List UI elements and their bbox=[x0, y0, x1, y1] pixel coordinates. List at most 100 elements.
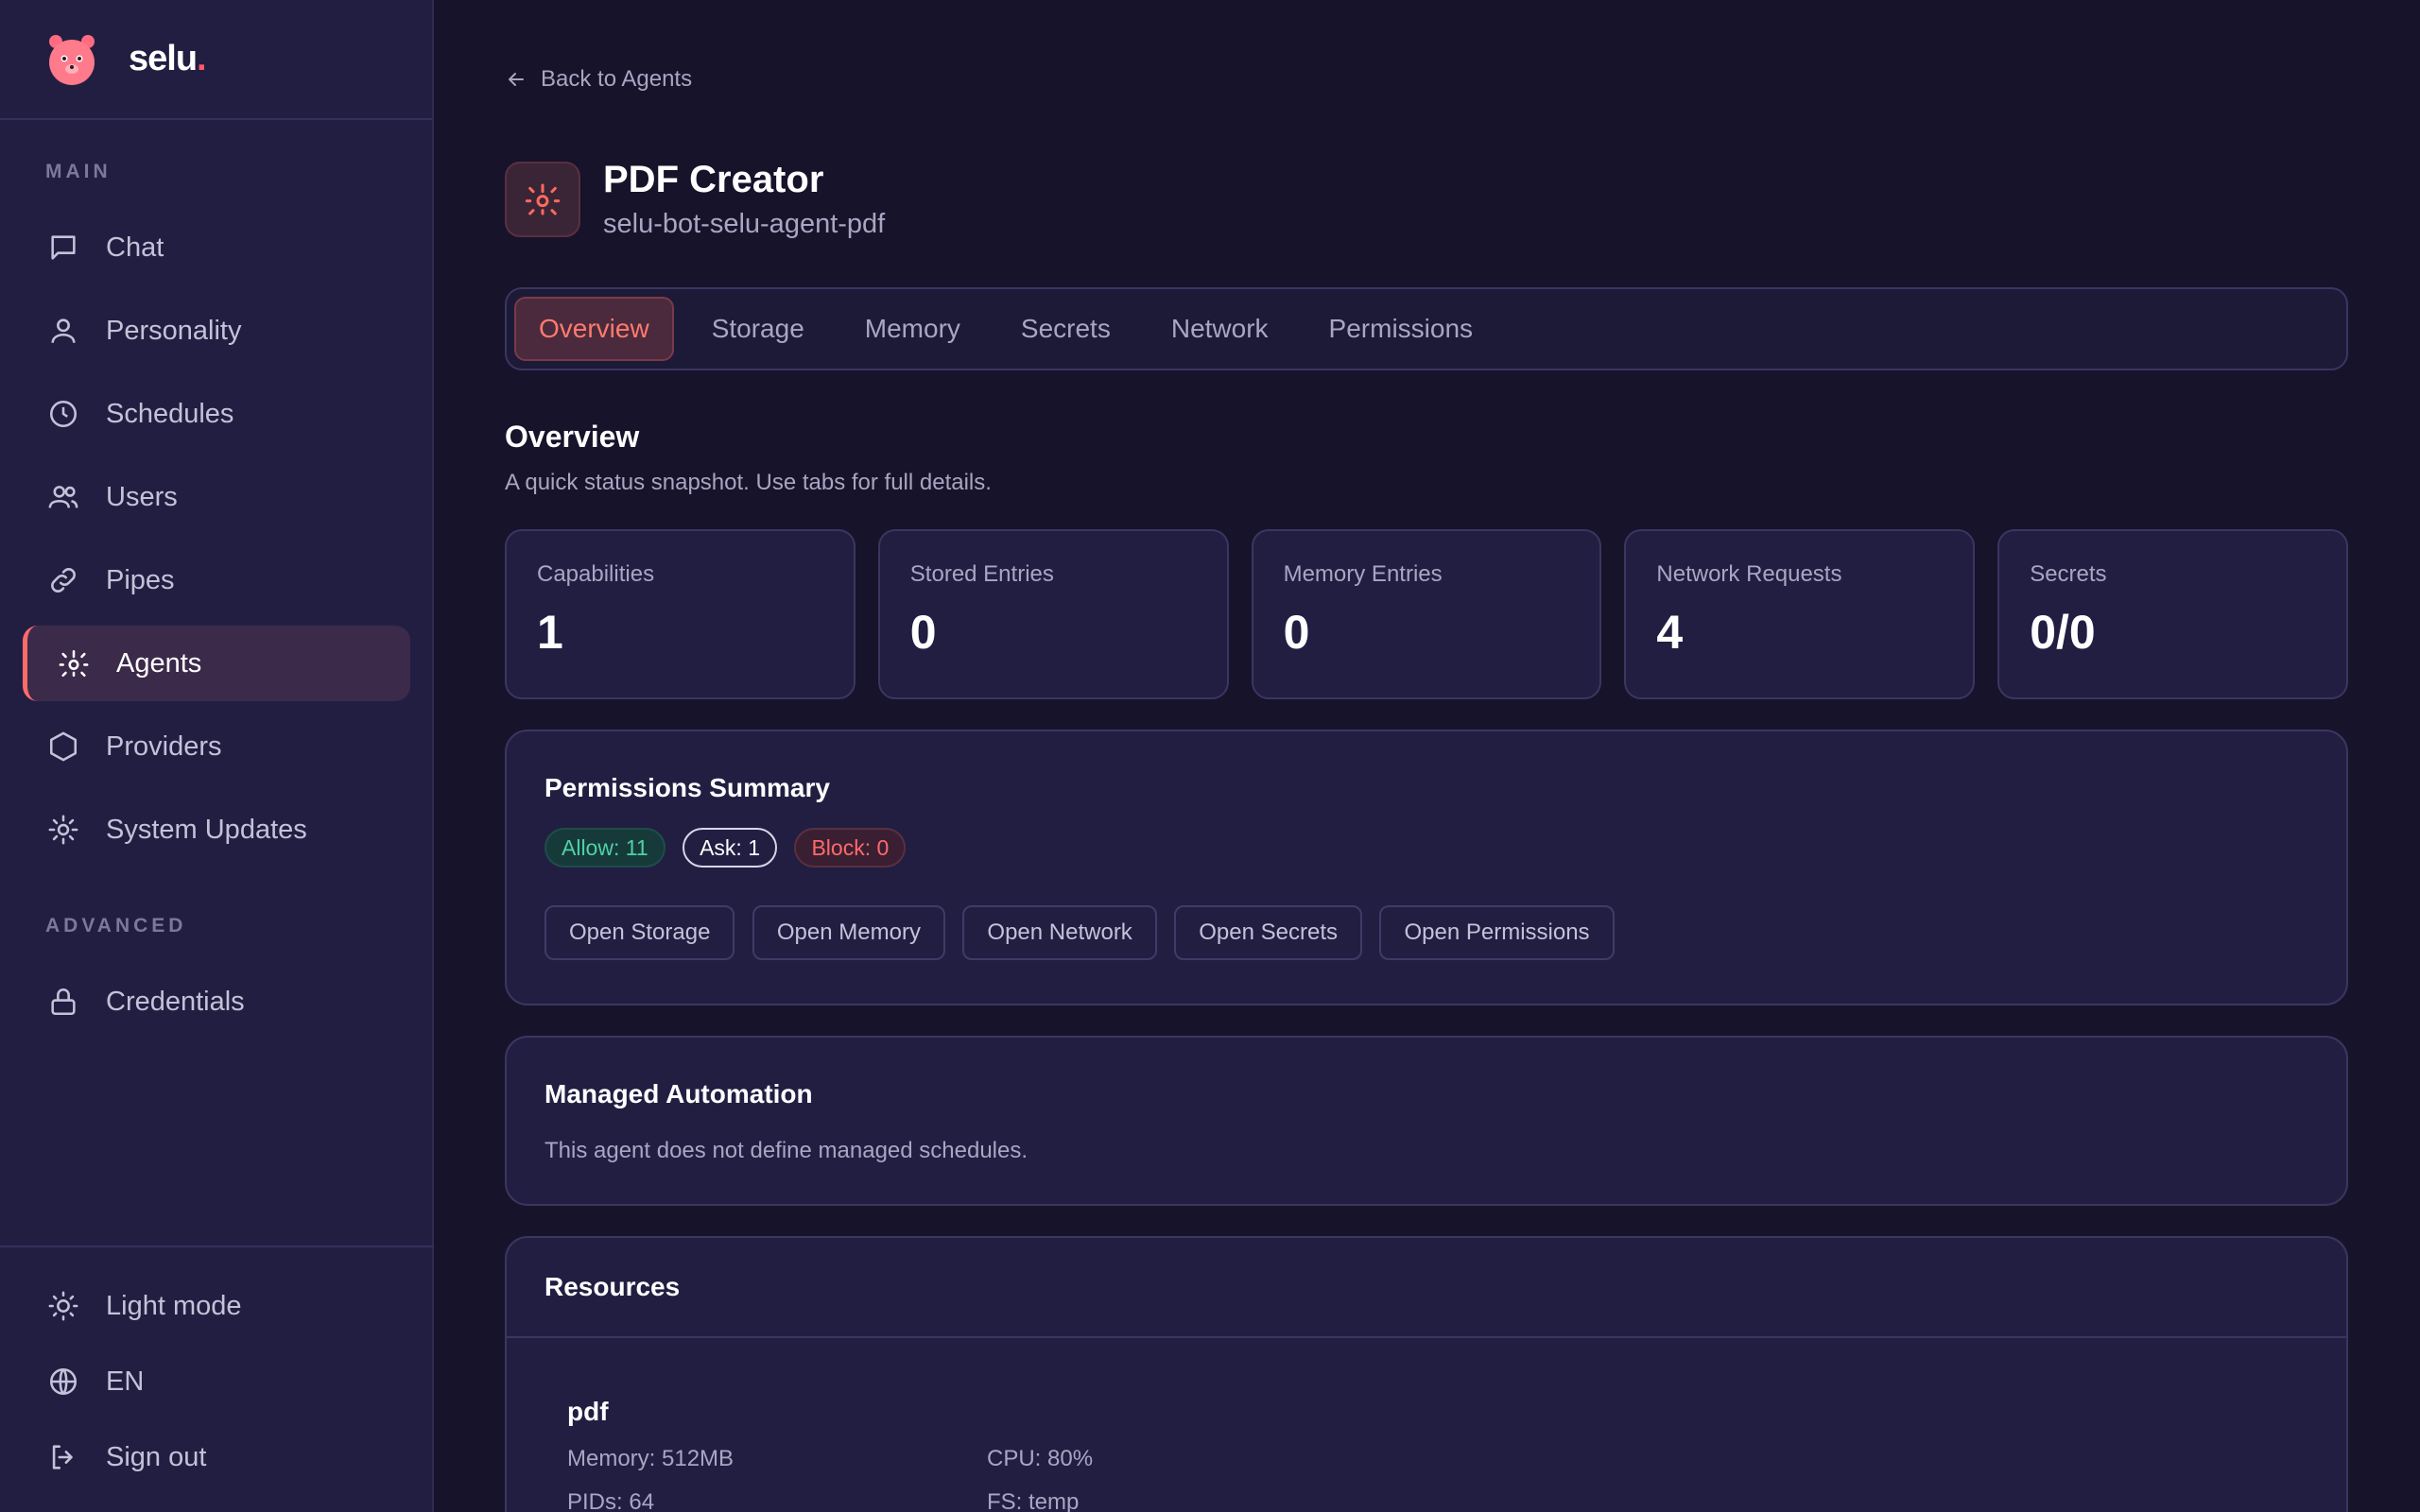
permissions-summary-card: Permissions Summary Allow: 11 Ask: 1 Blo… bbox=[505, 730, 2348, 1005]
resource-fs: FS: temp bbox=[987, 1489, 1080, 1512]
tab-bar: Overview Storage Memory Secrets Network … bbox=[505, 287, 2348, 370]
tab-network[interactable]: Network bbox=[1149, 297, 1291, 361]
resource-row: Memory: 512MB CPU: 80% bbox=[567, 1446, 2286, 1472]
resources-card: Resources pdf Memory: 512MB CPU: 80% PID… bbox=[505, 1236, 2348, 1512]
stat-value: 1 bbox=[537, 606, 563, 659]
clock-icon bbox=[45, 396, 81, 432]
sidebar-item-label: Users bbox=[106, 481, 178, 512]
managed-automation-title: Managed Automation bbox=[544, 1079, 813, 1108]
stat-card-secrets: Secrets 0/0 bbox=[1997, 529, 2348, 699]
open-memory-button[interactable]: Open Memory bbox=[752, 905, 945, 960]
ask-badge: Ask: 1 bbox=[683, 828, 777, 868]
open-storage-button[interactable]: Open Storage bbox=[544, 905, 735, 960]
resource-item: pdf Memory: 512MB CPU: 80% PIDs: 64 FS: … bbox=[507, 1338, 2346, 1512]
allow-badge: Allow: 11 bbox=[544, 828, 666, 868]
managed-automation-text: This agent does not define managed sched… bbox=[544, 1138, 1028, 1163]
permissions-summary-title: Permissions Summary bbox=[544, 773, 830, 802]
overview-subtitle: A quick status snapshot. Use tabs for fu… bbox=[505, 470, 992, 495]
quick-links: Open Storage Open Memory Open Network Op… bbox=[544, 905, 2308, 960]
sun-icon bbox=[45, 1288, 81, 1324]
sidebar-item-label: Pipes bbox=[106, 564, 175, 595]
chat-icon bbox=[45, 230, 81, 266]
agent-icon bbox=[56, 645, 92, 681]
sidebar: selu. MAIN Chat Personality Schedules Us… bbox=[0, 0, 434, 1512]
link-icon bbox=[45, 562, 81, 598]
agent-id: selu-bot-selu-agent-pdf bbox=[603, 209, 886, 239]
sidebar-item-label: Agents bbox=[116, 647, 202, 679]
agent-icon bbox=[505, 162, 580, 237]
block-badge: Block: 0 bbox=[794, 828, 907, 868]
stat-value: 4 bbox=[1656, 606, 1684, 659]
users-icon bbox=[45, 479, 81, 515]
resource-row: PIDs: 64 FS: temp bbox=[567, 1489, 2286, 1512]
managed-automation-card: Managed Automation This agent does not d… bbox=[505, 1036, 2348, 1206]
stat-card-memory-entries: Memory Entries 0 bbox=[1251, 529, 1602, 699]
agent-header: PDF Creator selu-bot-selu-agent-pdf bbox=[505, 159, 885, 240]
sidebar-item-personality[interactable]: Personality bbox=[23, 293, 410, 369]
open-network-button[interactable]: Open Network bbox=[962, 905, 1157, 960]
back-to-agents-link[interactable]: Back to Agents bbox=[505, 66, 692, 93]
person-icon bbox=[45, 313, 81, 349]
language-label: EN bbox=[106, 1366, 145, 1397]
sidebar-item-label: Personality bbox=[106, 315, 242, 346]
theme-toggle-label: Light mode bbox=[106, 1290, 242, 1321]
permission-badges: Allow: 11 Ask: 1 Block: 0 bbox=[544, 828, 2308, 868]
stat-label: Stored Entries bbox=[909, 561, 1054, 587]
stat-value: 0/0 bbox=[2030, 606, 2096, 659]
brand[interactable]: selu. bbox=[0, 0, 432, 120]
sidebar-item-label: Chat bbox=[106, 232, 164, 263]
resource-pids: PIDs: 64 bbox=[567, 1489, 655, 1512]
stat-label: Capabilities bbox=[537, 561, 655, 587]
stat-card-capabilities: Capabilities 1 bbox=[505, 529, 856, 699]
stat-label: Secrets bbox=[2030, 561, 2107, 587]
sign-out-label: Sign out bbox=[106, 1441, 207, 1472]
tab-secrets[interactable]: Secrets bbox=[998, 297, 1133, 361]
tab-permissions[interactable]: Permissions bbox=[1306, 297, 1495, 361]
sidebar-item-pipes[interactable]: Pipes bbox=[23, 542, 410, 618]
sidebar-item-system-updates[interactable]: System Updates bbox=[23, 792, 410, 868]
overview-title: Overview bbox=[505, 420, 640, 454]
sidebar-item-label: Providers bbox=[106, 730, 222, 762]
sidebar-item-chat[interactable]: Chat bbox=[23, 210, 410, 285]
section-label-advanced: ADVANCED bbox=[45, 915, 187, 936]
stat-label: Network Requests bbox=[1656, 561, 1842, 587]
resources-title: Resources bbox=[544, 1272, 681, 1301]
sign-out-icon bbox=[45, 1439, 81, 1475]
arrow-left-icon bbox=[505, 68, 527, 91]
open-secrets-button[interactable]: Open Secrets bbox=[1174, 905, 1363, 960]
sidebar-item-label: System Updates bbox=[106, 814, 307, 845]
resources-header: Resources bbox=[507, 1238, 2346, 1338]
back-link-label: Back to Agents bbox=[541, 66, 693, 92]
sidebar-item-providers[interactable]: Providers bbox=[23, 709, 410, 784]
sidebar-item-schedules[interactable]: Schedules bbox=[23, 376, 410, 452]
tab-memory[interactable]: Memory bbox=[842, 297, 983, 361]
stat-value: 0 bbox=[909, 606, 937, 659]
hexagon-icon bbox=[45, 729, 81, 765]
sign-out-button[interactable]: Sign out bbox=[23, 1419, 410, 1495]
bear-logo-icon bbox=[45, 33, 98, 86]
lock-icon bbox=[45, 984, 81, 1020]
theme-toggle[interactable]: Light mode bbox=[23, 1268, 410, 1344]
sidebar-item-label: Credentials bbox=[106, 986, 245, 1017]
brand-name: selu. bbox=[129, 39, 207, 78]
stat-value: 0 bbox=[1283, 606, 1310, 659]
sidebar-item-users[interactable]: Users bbox=[23, 459, 410, 535]
sidebar-item-label: Schedules bbox=[106, 398, 234, 429]
page-title: PDF Creator bbox=[603, 159, 824, 200]
sidebar-item-credentials[interactable]: Credentials bbox=[23, 964, 410, 1040]
stat-label: Memory Entries bbox=[1283, 561, 1443, 587]
resource-memory: Memory: 512MB bbox=[567, 1446, 735, 1471]
resource-cpu: CPU: 80% bbox=[987, 1446, 1094, 1471]
stat-card-network-requests: Network Requests 4 bbox=[1624, 529, 1976, 699]
globe-icon bbox=[45, 1364, 81, 1400]
open-permissions-button[interactable]: Open Permissions bbox=[1379, 905, 1615, 960]
tab-overview[interactable]: Overview bbox=[514, 297, 674, 361]
sun-icon bbox=[45, 812, 81, 848]
tab-storage[interactable]: Storage bbox=[689, 297, 827, 361]
stats-row: Capabilities 1 Stored Entries 0 Memory E… bbox=[505, 529, 2348, 699]
resource-name: pdf bbox=[567, 1397, 609, 1426]
stat-card-stored-entries: Stored Entries 0 bbox=[877, 529, 1229, 699]
sidebar-footer: Light mode EN Sign out bbox=[0, 1246, 434, 1512]
sidebar-item-agents[interactable]: Agents bbox=[23, 626, 410, 701]
language-selector[interactable]: EN bbox=[23, 1344, 410, 1419]
